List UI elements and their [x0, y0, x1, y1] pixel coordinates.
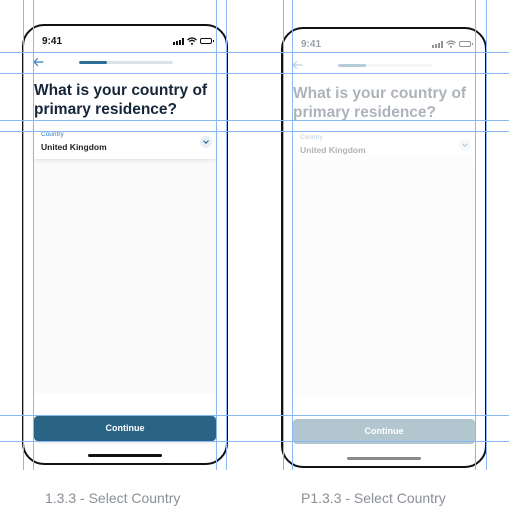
screen: 9:41 What is your country of primary res… [24, 26, 226, 463]
progress-bar [79, 61, 173, 64]
field-label: Country [41, 131, 64, 138]
content-area [293, 155, 475, 396]
phone-frame-select-country-pending: 9:41 What is your country of primary res… [281, 27, 487, 468]
field-label: Country [300, 134, 323, 141]
content-area [34, 152, 216, 393]
status-icons [173, 37, 214, 45]
progress-fill [79, 61, 108, 64]
chevron-down-icon[interactable] [459, 139, 471, 151]
status-time: 9:41 [301, 39, 322, 50]
back-arrow-icon[interactable] [291, 59, 303, 71]
phone-frame-select-country: 9:41 What is your country of primary res… [22, 24, 228, 465]
status-icons [432, 40, 473, 48]
country-select[interactable]: Country United Kingdom [293, 129, 475, 162]
field-value: United Kingdom [41, 142, 107, 152]
signal-icon [432, 40, 443, 48]
signal-icon [173, 37, 184, 45]
home-indicator [88, 454, 162, 457]
continue-button[interactable]: Continue [34, 416, 216, 441]
home-indicator [347, 457, 421, 460]
screen-caption: P1.3.3 - Select Country [301, 490, 446, 506]
wifi-icon [446, 40, 456, 48]
progress-fill [338, 64, 367, 67]
page-title: What is your country of primary residenc… [293, 85, 467, 121]
chevron-down-icon[interactable] [200, 136, 212, 148]
continue-button-disabled[interactable]: Continue [293, 419, 475, 444]
page-title: What is your country of primary residenc… [34, 82, 208, 118]
battery-icon [200, 38, 214, 44]
country-select[interactable]: Country United Kingdom [34, 126, 216, 159]
field-value: United Kingdom [300, 145, 366, 155]
battery-icon [459, 41, 473, 47]
status-time: 9:41 [42, 36, 63, 47]
back-arrow-icon[interactable] [32, 56, 44, 68]
wifi-icon [187, 37, 197, 45]
progress-bar [338, 64, 432, 67]
screen: 9:41 What is your country of primary res… [283, 29, 485, 466]
screen-caption: 1.3.3 - Select Country [45, 490, 181, 506]
